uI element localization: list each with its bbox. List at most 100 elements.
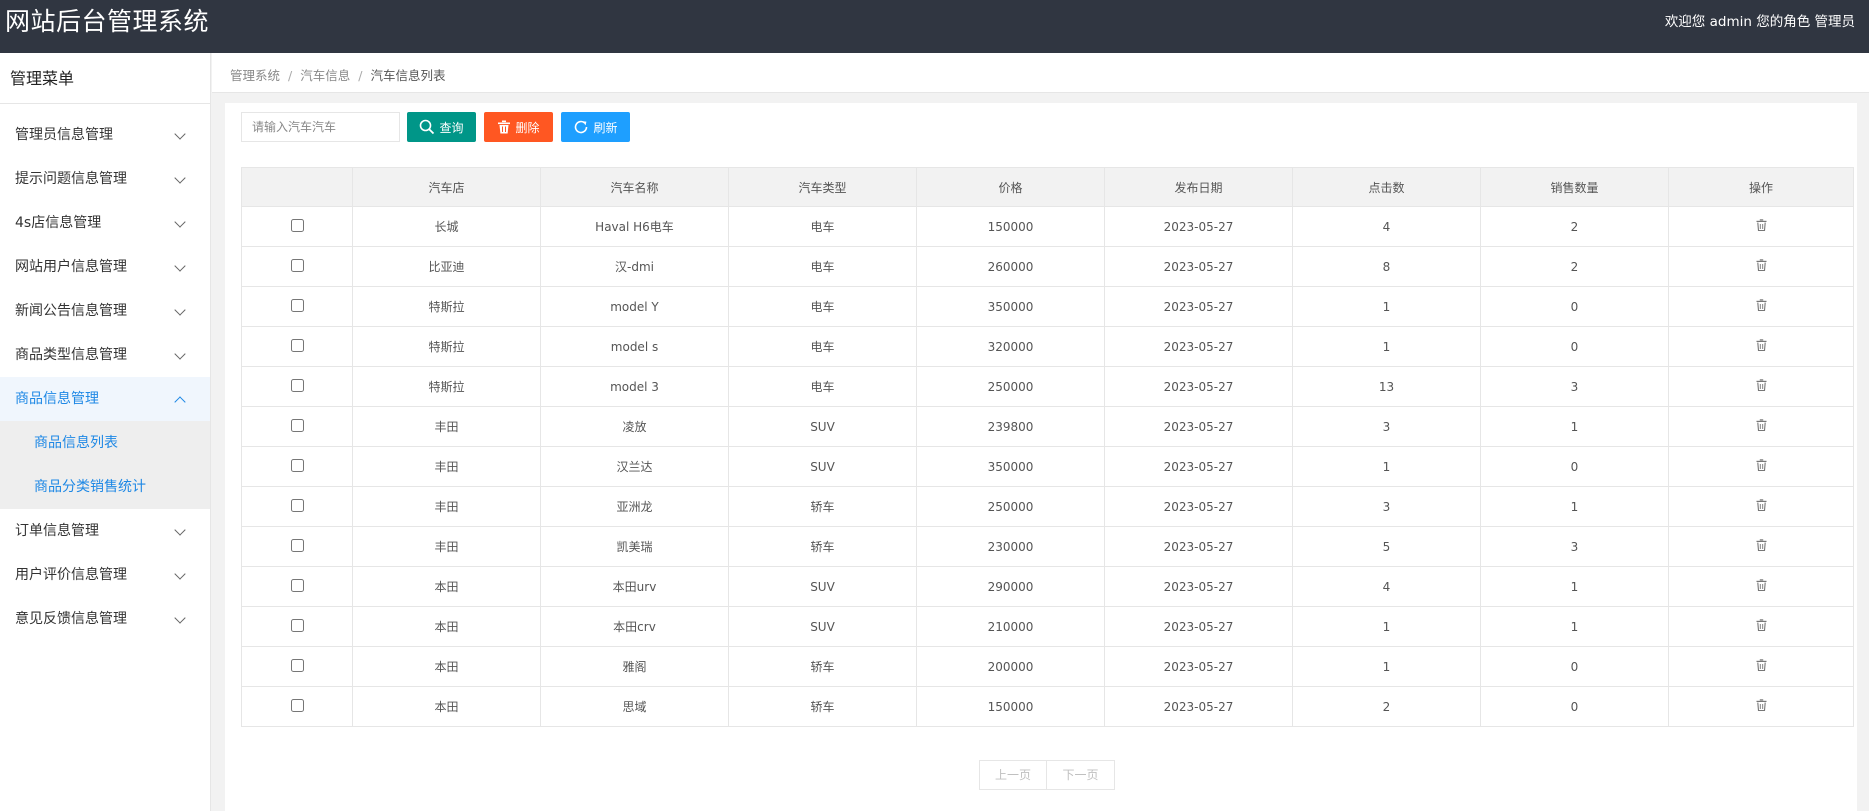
delete-row-icon[interactable]	[1756, 619, 1767, 634]
car-table: 汽车店 汽车名称 汽车类型 价格 发布日期 点击数 销售数量 操作 长城 Hava…	[241, 167, 1854, 727]
table-row: 特斯拉 model s 电车 320000 2023-05-27 1 0	[241, 326, 1854, 367]
sidebar-item-feedback[interactable]: 意见反馈信息管理	[0, 597, 210, 641]
cell-publish-date: 2023-05-27	[1104, 206, 1293, 247]
breadcrumb-item[interactable]: 管理系统	[230, 68, 280, 83]
delete-row-icon[interactable]	[1756, 699, 1767, 714]
table-row: 比亚迪 汉-dmi 电车 260000 2023-05-27 8 2	[241, 246, 1854, 287]
delete-row-icon[interactable]	[1756, 539, 1767, 554]
column-header-sales: 销售数量	[1480, 167, 1669, 207]
delete-row-icon[interactable]	[1756, 499, 1767, 514]
cell-select	[241, 406, 353, 447]
row-checkbox[interactable]	[290, 658, 304, 672]
delete-row-icon[interactable]	[1756, 259, 1767, 274]
row-checkbox[interactable]	[290, 258, 304, 272]
breadcrumb-item[interactable]: 汽车信息	[300, 68, 350, 83]
cell-price: 250000	[916, 366, 1105, 407]
delete-row-icon[interactable]	[1756, 379, 1767, 394]
row-checkbox[interactable]	[290, 298, 304, 312]
delete-button[interactable]: 删除	[484, 112, 553, 142]
cell-price: 250000	[916, 486, 1105, 527]
sidebar-subitem-category-sales[interactable]: 商品分类销售统计	[0, 465, 210, 509]
sidebar-item-reviews[interactable]: 用户评价信息管理	[0, 553, 210, 597]
cell-car-name: 凌放	[540, 406, 729, 447]
cell-clicks: 4	[1292, 566, 1481, 607]
cell-sales: 0	[1480, 686, 1669, 727]
row-checkbox[interactable]	[290, 378, 304, 392]
cell-publish-date: 2023-05-27	[1104, 566, 1293, 607]
delete-row-icon[interactable]	[1756, 299, 1767, 314]
row-checkbox[interactable]	[290, 498, 304, 512]
row-checkbox[interactable]	[290, 538, 304, 552]
sidebar-submenu-product: 商品信息列表 商品分类销售统计	[0, 421, 210, 509]
cell-select	[241, 446, 353, 487]
cell-store: 丰田	[352, 486, 541, 527]
query-button[interactable]: 查询	[407, 112, 476, 142]
cell-publish-date: 2023-05-27	[1104, 686, 1293, 727]
row-checkbox[interactable]	[290, 338, 304, 352]
chevron-down-icon	[174, 216, 186, 228]
refresh-button[interactable]: 刷新	[561, 112, 630, 142]
cell-car-type: 电车	[728, 286, 917, 327]
cell-store: 比亚迪	[352, 246, 541, 287]
sidebar-item-admin[interactable]: 管理员信息管理	[0, 113, 210, 157]
sidebar-item-product-type[interactable]: 商品类型信息管理	[0, 333, 210, 377]
sidebar-item-label: 新闻公告信息管理	[15, 303, 127, 319]
search-input[interactable]	[241, 112, 400, 142]
sidebar-item-security-question[interactable]: 提示问题信息管理	[0, 157, 210, 201]
cell-publish-date: 2023-05-27	[1104, 246, 1293, 287]
delete-row-icon[interactable]	[1756, 459, 1767, 474]
row-checkbox[interactable]	[290, 618, 304, 632]
delete-row-icon[interactable]	[1756, 219, 1767, 234]
column-header-select	[241, 167, 353, 207]
row-checkbox[interactable]	[290, 698, 304, 712]
chevron-down-icon	[174, 524, 186, 536]
cell-car-type: 电车	[728, 366, 917, 407]
refresh-icon	[575, 120, 588, 134]
main-content: 查询 删除 刷新 汽车店 汽车名称 汽车类型 价格 发布日期 点击数 销售数量	[225, 103, 1857, 811]
sidebar-item-product[interactable]: 商品信息管理	[0, 377, 210, 421]
trash-icon	[498, 120, 511, 134]
row-checkbox[interactable]	[290, 418, 304, 432]
sidebar-item-label: 4s店信息管理	[15, 215, 102, 231]
delete-row-icon[interactable]	[1756, 339, 1767, 354]
delete-row-icon[interactable]	[1756, 419, 1767, 434]
cell-car-name: 亚洲龙	[540, 486, 729, 527]
table-row: 特斯拉 model Y 电车 350000 2023-05-27 1 0	[241, 286, 1854, 327]
delete-row-icon[interactable]	[1756, 579, 1767, 594]
prev-page-button[interactable]: 上一页	[979, 760, 1047, 790]
cell-sales: 0	[1480, 286, 1669, 327]
cell-actions	[1668, 606, 1854, 647]
sidebar-item-label: 提示问题信息管理	[15, 171, 127, 187]
cell-actions	[1668, 686, 1854, 727]
sidebar-item-site-users[interactable]: 网站用户信息管理	[0, 245, 210, 289]
cell-select	[241, 326, 353, 367]
sidebar-item-label: 网站用户信息管理	[15, 259, 127, 275]
cell-car-type: 电车	[728, 206, 917, 247]
cell-price: 230000	[916, 526, 1105, 567]
sidebar-subitem-product-list[interactable]: 商品信息列表	[0, 421, 210, 465]
sidebar-item-orders[interactable]: 订单信息管理	[0, 509, 210, 553]
cell-price: 260000	[916, 246, 1105, 287]
delete-row-icon[interactable]	[1756, 659, 1767, 674]
app-title: 网站后台管理系统	[5, 7, 210, 36]
row-checkbox[interactable]	[290, 578, 304, 592]
search-icon	[420, 119, 435, 135]
refresh-button-label: 刷新	[593, 120, 618, 135]
row-checkbox[interactable]	[290, 458, 304, 472]
breadcrumb-bar: 管理系统 / 汽车信息 / 汽车信息列表	[212, 53, 1869, 93]
cell-store: 丰田	[352, 446, 541, 487]
cell-price: 150000	[916, 206, 1105, 247]
next-page-button[interactable]: 下一页	[1047, 760, 1115, 790]
sidebar-item-4s-store[interactable]: 4s店信息管理	[0, 201, 210, 245]
row-checkbox[interactable]	[290, 218, 304, 232]
breadcrumb-separator: /	[288, 68, 293, 83]
cell-car-name: model s	[540, 326, 729, 367]
table-row: 本田 思域 轿车 150000 2023-05-27 2 0	[241, 686, 1854, 727]
sidebar-item-news[interactable]: 新闻公告信息管理	[0, 289, 210, 333]
cell-sales: 0	[1480, 326, 1669, 367]
cell-select	[241, 686, 353, 727]
table-row: 丰田 汉兰达 SUV 350000 2023-05-27 1 0	[241, 446, 1854, 487]
cell-sales: 1	[1480, 606, 1669, 647]
sidebar: 管理菜单 管理员信息管理 提示问题信息管理 4s店信息管理 网站用户信息管理 新…	[0, 53, 211, 811]
cell-price: 200000	[916, 646, 1105, 687]
